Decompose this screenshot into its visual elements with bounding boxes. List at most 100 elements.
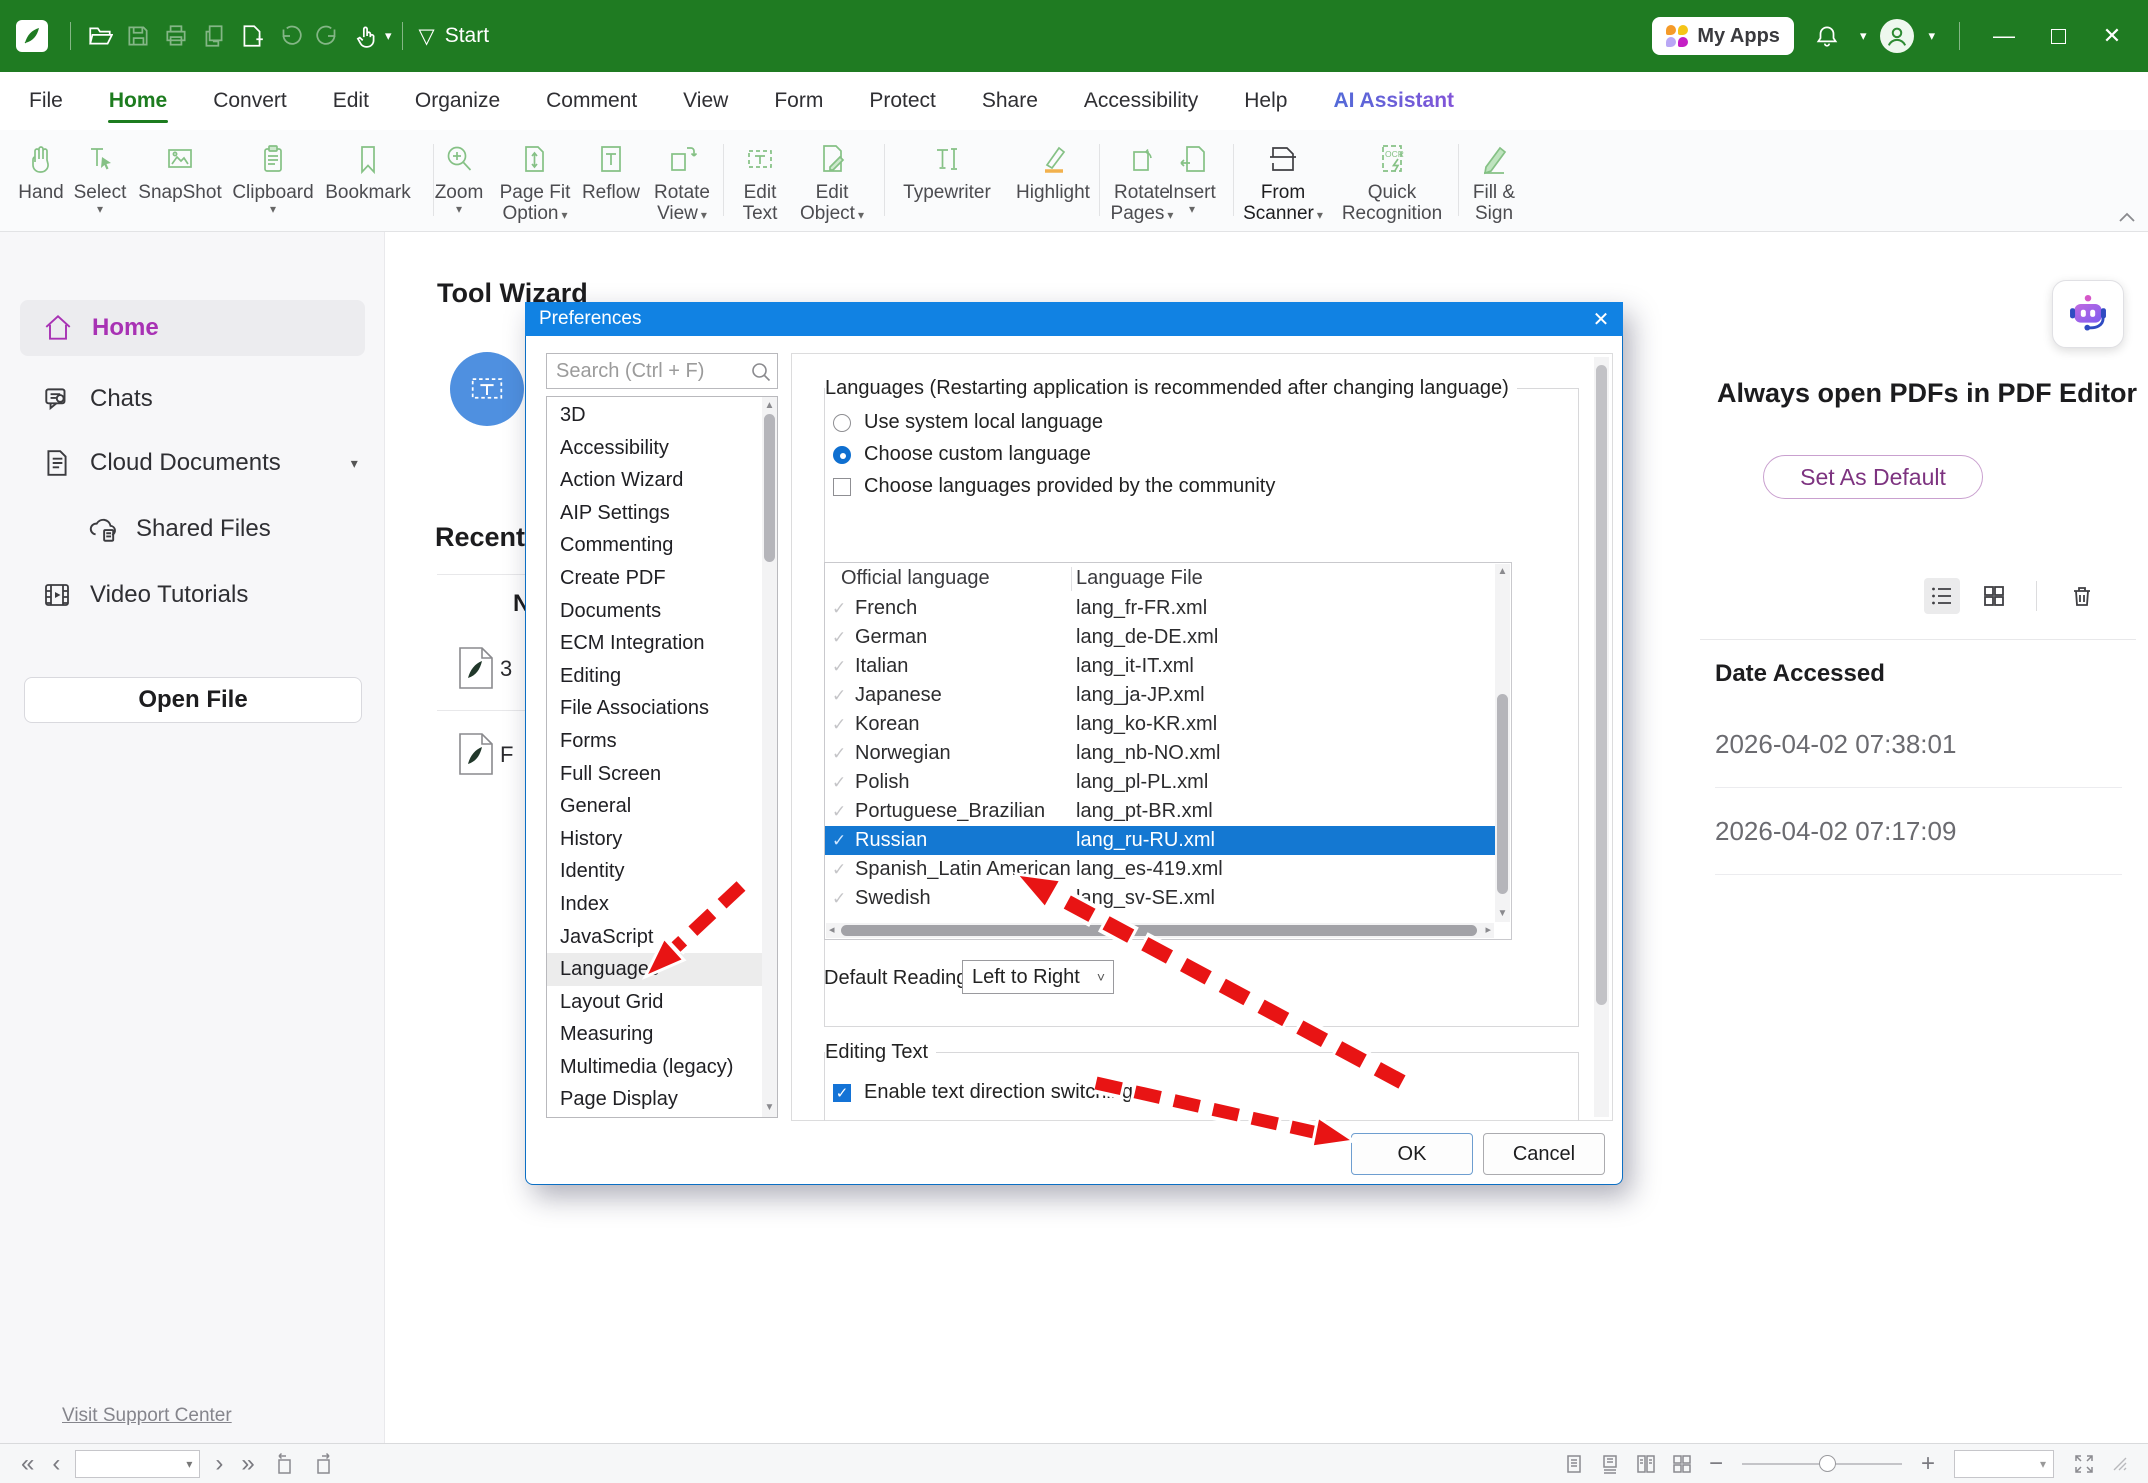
menu-item[interactable]: Help	[1221, 72, 1310, 130]
touch-mode-icon[interactable]	[347, 17, 385, 55]
from-scanner-button[interactable]: From Scanner▾	[1238, 130, 1328, 230]
menu-item[interactable]: View	[660, 72, 751, 130]
cancel-button[interactable]: Cancel	[1483, 1133, 1605, 1175]
sidebar-item-cloud-documents[interactable]: Cloud Documents ▾	[42, 448, 358, 478]
category-item[interactable]: ECM Integration	[547, 627, 777, 660]
category-item[interactable]: Multimedia (legacy)	[547, 1051, 777, 1084]
menu-item[interactable]: Home	[86, 72, 190, 130]
delete-recent-button[interactable]	[2064, 578, 2100, 614]
scrollbar-thumb[interactable]	[764, 414, 775, 562]
undo-icon[interactable]	[271, 17, 309, 55]
rotate-right-button[interactable]	[304, 1452, 344, 1476]
pdf-file-icon[interactable]	[456, 732, 496, 776]
dropdown-caret-icon[interactable]: ▾	[1189, 203, 1195, 215]
dropdown-caret-icon[interactable]: ▾	[456, 203, 462, 215]
edit-text-tool-tile[interactable]	[450, 352, 524, 426]
ok-button[interactable]: OK	[1351, 1133, 1473, 1175]
language-row[interactable]: ✓ Korean lang_ko-KR.xml	[825, 710, 1495, 739]
language-row[interactable]: ✓ Polish lang_pl-PL.xml	[825, 768, 1495, 797]
edit-text-button[interactable]: Edit Text	[733, 130, 787, 230]
scroll-down-icon[interactable]: ▼	[1495, 907, 1510, 921]
fill-sign-button[interactable]: Fill & Sign	[1462, 130, 1526, 230]
category-item[interactable]: Identity	[547, 855, 777, 888]
language-row[interactable]: ✓ Japanese lang_ja-JP.xml	[825, 681, 1495, 710]
category-item[interactable]: File Associations	[547, 692, 777, 725]
category-item[interactable]: Create PDF	[547, 562, 777, 595]
menu-item[interactable]: Organize	[392, 72, 523, 130]
scroll-down-icon[interactable]: ▼	[762, 1101, 777, 1115]
language-file-column[interactable]: Language File	[1076, 567, 1203, 590]
typewriter-button[interactable]: Typewriter	[892, 130, 1002, 230]
recent-file-name-partial[interactable]: F	[500, 742, 513, 768]
checkbox-text-direction[interactable]: ✓ Enable text direction switching	[833, 1081, 1133, 1104]
category-item[interactable]: AIP Settings	[547, 497, 777, 530]
dropdown-caret-icon[interactable]: ▾	[270, 203, 276, 215]
category-item[interactable]: Languages	[547, 953, 777, 986]
radio-custom-language[interactable]: Choose custom language	[833, 443, 1091, 466]
category-item[interactable]: History	[547, 823, 777, 856]
next-page-button[interactable]: ›	[206, 1450, 232, 1478]
scrollbar-thumb[interactable]	[1497, 694, 1508, 894]
close-window-button[interactable]: ✕	[2092, 23, 2132, 49]
maximize-button[interactable]	[2038, 29, 2078, 44]
scrollbar-thumb[interactable]	[841, 925, 1477, 936]
category-item[interactable]: Forms	[547, 725, 777, 758]
notifications-bell-icon[interactable]	[1808, 17, 1846, 55]
sidebar-item-video-tutorials[interactable]: Video Tutorials	[42, 580, 248, 610]
continuous-view-button[interactable]	[1592, 1454, 1628, 1474]
hand-tool-button[interactable]: Hand	[9, 130, 73, 230]
copy-icon[interactable]	[195, 17, 233, 55]
menu-item[interactable]: Edit	[310, 72, 392, 130]
panel-scrollbar[interactable]	[1594, 357, 1609, 1117]
category-item[interactable]: Commenting	[547, 529, 777, 562]
slider-thumb[interactable]	[1819, 1455, 1836, 1472]
category-scrollbar[interactable]: ▲ ▼	[762, 397, 777, 1117]
fullscreen-button[interactable]	[2064, 1452, 2104, 1476]
menu-item[interactable]: Accessibility	[1061, 72, 1221, 130]
resize-grip-icon[interactable]	[2104, 1456, 2136, 1472]
open-file-icon[interactable]	[81, 17, 119, 55]
two-page-continuous-view-button[interactable]	[1664, 1454, 1700, 1474]
dropdown-caret-icon[interactable]: ▾	[858, 208, 864, 222]
previous-page-button[interactable]: ‹	[43, 1450, 69, 1478]
last-page-button[interactable]: »	[232, 1450, 263, 1478]
category-item[interactable]: General	[547, 790, 777, 823]
dialog-close-button[interactable]: ✕	[1579, 307, 1623, 332]
language-row[interactable]: ✓ Norwegian lang_nb-NO.xml	[825, 739, 1495, 768]
redo-icon[interactable]	[309, 17, 347, 55]
dropdown-caret-icon[interactable]: ▾	[701, 208, 707, 222]
select-tool-button[interactable]: Select ▾	[68, 130, 132, 230]
menu-item[interactable]: Form	[751, 72, 846, 130]
start-menu-button[interactable]: ▽ Start	[419, 24, 490, 49]
sidebar-item-shared-files[interactable]: Shared Files	[86, 514, 271, 544]
highlight-button[interactable]: Highlight	[1006, 130, 1100, 230]
clipboard-button[interactable]: Clipboard ▾	[225, 130, 321, 230]
sidebar-item-chats[interactable]: Chats	[42, 384, 153, 414]
minimize-button[interactable]: —	[1984, 23, 2024, 49]
menu-item[interactable]: Share	[959, 72, 1061, 130]
new-document-icon[interactable]	[233, 17, 271, 55]
radio-system-language[interactable]: Use system local language	[833, 411, 1103, 434]
grid-view-toggle[interactable]	[1976, 578, 2012, 614]
category-item[interactable]: Accessibility	[547, 432, 777, 465]
rotate-left-button[interactable]	[264, 1452, 304, 1476]
menu-item[interactable]: Comment	[523, 72, 660, 130]
scroll-up-icon[interactable]: ▲	[762, 399, 777, 413]
category-item[interactable]: Measuring	[547, 1018, 777, 1051]
expand-caret-icon[interactable]: ▾	[351, 455, 358, 472]
table-horizontal-scrollbar[interactable]: ◂ ▸	[826, 923, 1494, 938]
category-item[interactable]: Documents	[547, 595, 777, 628]
menu-item[interactable]: AI Assistant	[1310, 72, 1477, 130]
dialog-title-bar[interactable]: Preferences ✕	[525, 302, 1623, 336]
zoom-slider[interactable]	[1742, 1455, 1902, 1473]
scroll-right-icon[interactable]: ▸	[1485, 923, 1491, 938]
category-item[interactable]: Action Wizard	[547, 464, 777, 497]
language-row[interactable]: ✓ French lang_fr-FR.xml	[825, 594, 1495, 623]
date-accessed-cell[interactable]: 2026-04-02 07:38:01	[1715, 701, 2122, 788]
reading-direction-dropdown[interactable]: Left to Right ˅	[962, 960, 1114, 994]
menu-item[interactable]: Convert	[190, 72, 310, 130]
set-as-default-button[interactable]: Set As Default	[1763, 455, 1983, 499]
recent-file-name-partial[interactable]: 3	[500, 656, 512, 682]
reflow-button[interactable]: Reflow	[576, 130, 646, 230]
open-file-button[interactable]: Open File	[24, 677, 362, 723]
